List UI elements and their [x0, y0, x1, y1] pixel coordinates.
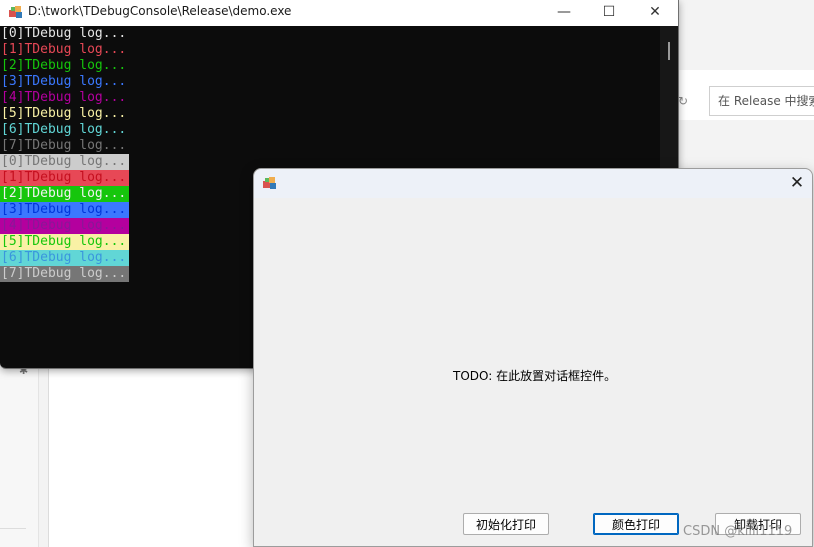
console-window-title: D:\twork\TDebugConsole\Release\demo.exe — [28, 4, 292, 18]
dialog-window: ✕ TODO: 在此放置对话框控件。 初始化打印 颜色打印 卸载打印 — [253, 168, 813, 547]
explorer-search-input[interactable]: 在 Release 中搜索 — [709, 86, 814, 116]
minimize-button[interactable]: — — [541, 0, 587, 24]
nav-divider — [0, 528, 26, 529]
refresh-icon[interactable]: ↻ — [678, 94, 688, 108]
console-scroll-thumb[interactable] — [668, 42, 670, 60]
console-app-icon — [9, 6, 22, 18]
explorer-file-list — [48, 368, 255, 547]
console-log-line: [5]TDebug log... — [0, 106, 129, 122]
explorer-nav-pane — [0, 368, 39, 547]
maximize-button[interactable]: ☐ — [586, 0, 632, 24]
console-titlebar[interactable]: D:\twork\TDebugConsole\Release\demo.exe … — [0, 0, 678, 26]
console-log-line: [3]TDebug log... — [0, 202, 129, 218]
dialog-todo-text: TODO: 在此放置对话框控件。 — [453, 369, 617, 383]
console-log-line: [6]TDebug log... — [0, 122, 129, 138]
watermark: CSDN @kilil1119 — [683, 524, 793, 539]
console-log-line: [6]TDebug log... — [0, 250, 129, 266]
console-log-line: [7]TDebug log... — [0, 138, 129, 154]
close-button[interactable]: ✕ — [632, 0, 678, 24]
console-log-line: [0]TDebug log... — [0, 154, 129, 170]
init-print-button[interactable]: 初始化打印 — [463, 513, 549, 535]
console-log-line: [3]TDebug log... — [0, 74, 129, 90]
console-log-line: [2]TDebug log... — [0, 186, 129, 202]
console-log-line: [1]TDebug log... — [0, 170, 129, 186]
console-log-line: [2]TDebug log... — [0, 58, 129, 74]
console-log-line: [4]TDebug log... — [0, 218, 129, 234]
console-log-line: [7]TDebug log... — [0, 266, 129, 282]
dialog-titlebar[interactable]: ✕ — [254, 169, 812, 198]
console-log-line: [4]TDebug log... — [0, 90, 129, 106]
console-log-line: [1]TDebug log... — [0, 42, 129, 58]
console-log-line: [5]TDebug log... — [0, 234, 129, 250]
dialog-app-icon — [263, 177, 276, 189]
console-log-line: [0]TDebug log... — [0, 26, 129, 42]
dialog-close-button[interactable]: ✕ — [784, 171, 810, 195]
color-print-button[interactable]: 颜色打印 — [593, 513, 679, 535]
